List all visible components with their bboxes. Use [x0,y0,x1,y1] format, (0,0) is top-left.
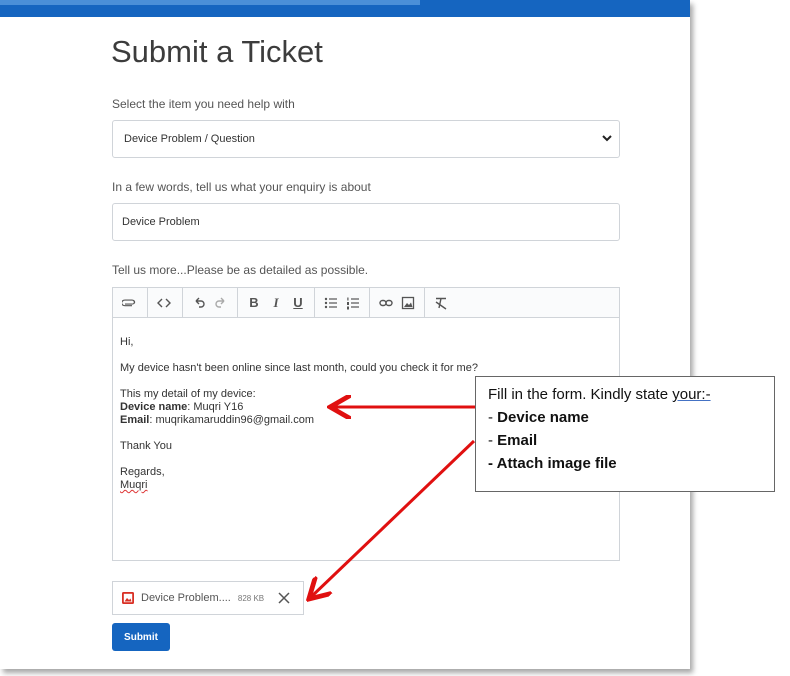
callout-email: Email [497,432,538,449]
clear-format-icon[interactable] [430,292,452,314]
callout-dash: - [488,432,498,449]
attachment-chip: Device Problem.... 828 KB [112,581,304,615]
subject-input[interactable]: Device Problem [112,203,620,241]
device-name-label: Device name [120,401,188,413]
subject-input-value: Device Problem [122,216,200,228]
close-icon[interactable] [277,591,291,605]
bold-icon[interactable]: B [243,292,265,314]
top-bar [0,0,690,17]
callout-dash: - [488,409,498,426]
subject-label: In a few words, tell us what your enquir… [112,180,371,194]
top-bar-highlight [0,0,420,5]
device-name-value: : Muqri Y16 [187,401,244,413]
message-greeting: Hi, [120,336,134,348]
message-line: My device hasn't been online since last … [120,362,478,374]
callout-line-1: Fill in the form. Kindly state your:- [488,383,774,406]
callout-item-email: - Email [488,429,774,452]
attachment-name: Device Problem.... [141,592,231,604]
callout-prefix: Fill in the form. Kindly state [488,386,673,403]
editor-toolbar: B I U [113,288,619,318]
italic-icon[interactable]: I [265,292,287,314]
underline-icon[interactable]: U [287,292,309,314]
callout-underlined: your:- [672,386,711,403]
callout-device-name: Device name [497,409,589,426]
chevron-down-icon [602,135,612,142]
code-icon[interactable] [153,292,175,314]
details-label: Tell us more...Please be as detailed as … [112,263,369,277]
instruction-callout: Fill in the form. Kindly state your:- - … [475,376,775,492]
undo-icon[interactable] [188,292,210,314]
image-icon[interactable] [397,292,419,314]
link-icon[interactable] [375,292,397,314]
numbered-list-icon[interactable] [342,292,364,314]
paperclip-icon[interactable] [118,292,140,314]
callout-item-attach: - Attach image file [488,452,774,475]
page-title: Submit a Ticket [111,34,323,69]
callout-item-device: - Device name [488,406,774,429]
ticket-page: Submit a Ticket Select the item you need… [0,0,690,669]
image-file-icon [122,592,134,604]
redo-icon[interactable] [210,292,232,314]
item-select-value: Device Problem / Question [124,133,255,145]
email-label: Email [120,414,150,426]
email-value: : muqrikamaruddin96@gmail.com [149,414,314,426]
item-select-label: Select the item you need help with [112,97,295,111]
bullet-list-icon[interactable] [320,292,342,314]
item-select[interactable]: Device Problem / Question [112,120,620,158]
attachment-size: 828 KB [237,593,265,603]
submit-button[interactable]: Submit [112,623,170,651]
callout-attach: - Attach image file [488,455,617,472]
